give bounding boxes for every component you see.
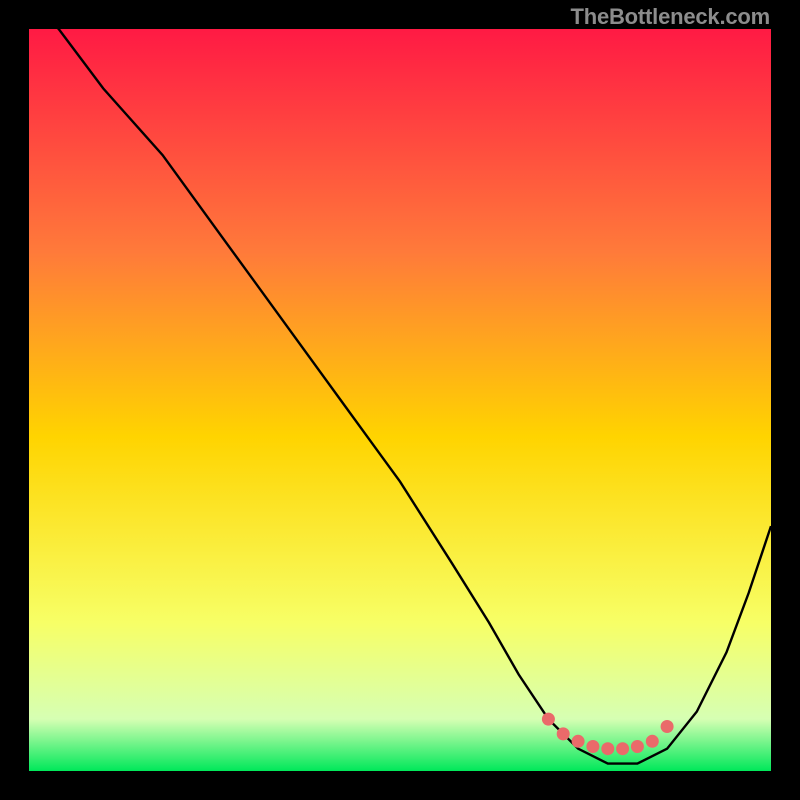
optimal-marker <box>631 740 644 753</box>
optimal-marker <box>661 720 674 733</box>
chart-svg <box>29 29 771 771</box>
watermark-text: TheBottleneck.com <box>570 4 770 30</box>
optimal-marker <box>616 742 629 755</box>
optimal-marker <box>542 713 555 726</box>
optimal-marker <box>572 735 585 748</box>
optimal-marker <box>646 735 659 748</box>
chart-frame: TheBottleneck.com <box>0 0 800 800</box>
plot-area <box>29 29 771 771</box>
gradient-background <box>29 29 771 771</box>
optimal-marker <box>586 740 599 753</box>
optimal-marker <box>601 742 614 755</box>
optimal-marker <box>557 727 570 740</box>
